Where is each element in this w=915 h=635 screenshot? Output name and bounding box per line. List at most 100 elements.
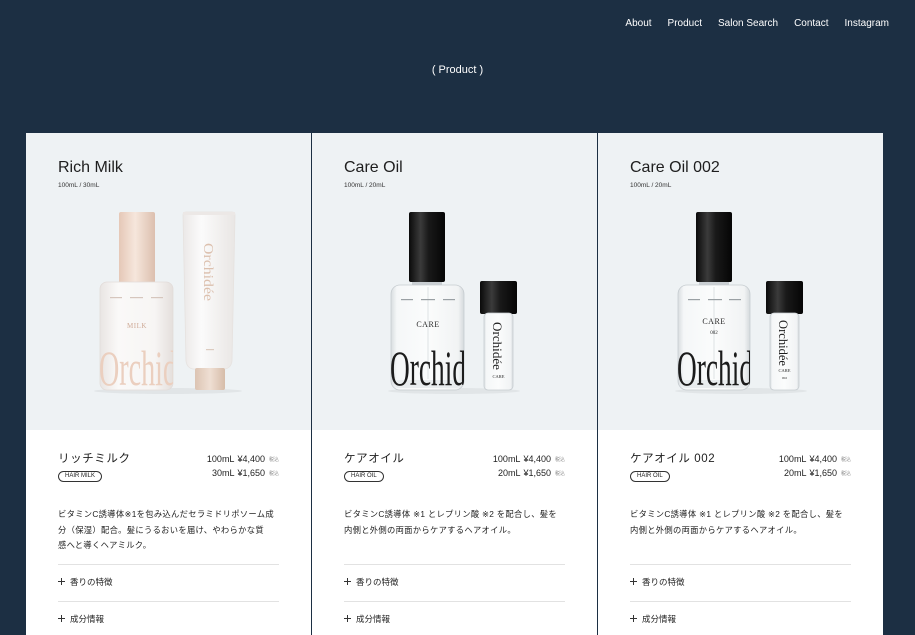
- mini-bottle-label: CARE: [492, 374, 504, 379]
- price-size: 100mL: [206, 454, 235, 464]
- product-title: Care Oil 002: [630, 159, 720, 176]
- mini-bottle-brand: Orchidée: [776, 320, 791, 366]
- product-name-ja: ケアオイル 002: [630, 453, 716, 465]
- description-line: 感へと導くヘアミルク。: [58, 540, 152, 550]
- product-name-ja: ケアオイル: [344, 453, 405, 465]
- product-accordion: 香りの特徴 成分情報: [58, 564, 279, 635]
- price-amount: ¥1,650: [237, 468, 265, 478]
- product-accordion: 香りの特徴 成分情報: [344, 564, 565, 635]
- product-card-rich-milk[interactable]: MILK Orchid Orchidée Rich Milk 100mL / 3…: [26, 133, 311, 635]
- accordion-ingredients[interactable]: 成分情報: [58, 601, 279, 635]
- nav-about[interactable]: About: [625, 18, 651, 30]
- product-summary: リッチミルク HAIR MILK 100mL ¥4,400 税込 30mL ¥1,65…: [58, 452, 279, 482]
- product-visual[interactable]: MILK Orchid Orchidée Rich Milk 100mL / 3…: [26, 133, 311, 430]
- accordion-ingredients[interactable]: 成分情報: [344, 601, 565, 635]
- product-card-care-oil-002[interactable]: CARE 002 Orchid Orchidée CARE 002 Care O…: [598, 133, 883, 635]
- product-title: Rich Milk: [58, 159, 123, 176]
- product-visual[interactable]: CARE 002 Orchid Orchidée CARE 002 Care O…: [598, 133, 883, 430]
- category-badge: HAIR MILK: [58, 471, 103, 482]
- product-card-care-oil[interactable]: CARE Orchid Orchidée CARE Care Oil 100mL…: [312, 133, 597, 635]
- accordion-label: 香りの特徴: [356, 576, 399, 587]
- accordion-label: 成分情報: [356, 613, 391, 624]
- product-title: Care Oil: [344, 159, 403, 176]
- description-line: ビタミンC誘導体 ※1 とレプリン酸 ※2 を配合し、髪を: [344, 509, 557, 519]
- milk-tube-cap: [195, 368, 225, 390]
- price-amount: ¥4,400: [809, 454, 837, 464]
- section-title: ( Product ): [431, 64, 484, 76]
- tube-fine-print: [206, 349, 214, 351]
- nav-contact[interactable]: Contact: [794, 18, 828, 30]
- price-row: 30mL ¥1,650 税込: [207, 467, 279, 481]
- product-details: ケアオイル 002 HAIR OIL 100mL ¥4,400 税込 20mL ¥1,…: [598, 430, 883, 635]
- price-size: 20mL: [783, 468, 807, 478]
- accordion-label: 香りの特徴: [70, 576, 113, 587]
- product-heading: Care Oil 002 100mL / 20mL: [630, 159, 720, 190]
- product-visual[interactable]: CARE Orchid Orchidée CARE Care Oil 100mL…: [312, 133, 597, 430]
- top-nav: About Product Salon Search Contact Insta…: [625, 0, 889, 48]
- bottle-fine-print: [110, 297, 163, 299]
- description-line: 分（保湿）配合。髪にうるおいを届け、やわらかな質: [58, 524, 264, 535]
- oil-bottle-label: CARE: [702, 317, 725, 326]
- product-sizes: 100mL / 20mL: [630, 182, 672, 189]
- price-row: 100mL ¥4,400 税込: [779, 453, 851, 467]
- product-sizes: 100mL / 30mL: [58, 182, 100, 189]
- accordion-ingredients[interactable]: 成分情報: [630, 601, 851, 635]
- plus-icon: [344, 615, 351, 622]
- accordion-label: 成分情報: [642, 613, 677, 624]
- plus-icon: [344, 578, 351, 585]
- milk-bottle-label: MILK: [127, 322, 147, 330]
- plus-icon: [630, 578, 637, 585]
- bottle-fine-print: [401, 299, 455, 301]
- product-description: ビタミンC誘導体※1を包み込んだセラミドリポソーム成 分（保湿）配合。髪にうるお…: [58, 507, 279, 554]
- price-size: 30mL: [211, 468, 235, 478]
- nav-product[interactable]: Product: [668, 18, 702, 30]
- tax-note: 税込: [268, 457, 279, 463]
- tax-note: 税込: [554, 471, 565, 477]
- tax-note: 税込: [840, 457, 851, 463]
- plus-icon: [630, 615, 637, 622]
- price-amount: ¥4,400: [523, 454, 551, 464]
- product-name-block: ケアオイル HAIR OIL: [344, 452, 405, 482]
- accordion-label: 香りの特徴: [642, 576, 685, 587]
- accordion-fragrance[interactable]: 香りの特徴: [58, 564, 279, 601]
- product-summary: ケアオイル 002 HAIR OIL 100mL ¥4,400 税込 20mL ¥1,…: [630, 452, 851, 482]
- product-summary: ケアオイル HAIR OIL 100mL ¥4,400 税込 20mL ¥1,650 税…: [344, 452, 565, 482]
- mini-bottle-cap: [766, 281, 803, 314]
- oil-bottle-cap: [409, 212, 445, 282]
- product-accordion: 香りの特徴 成分情報: [630, 564, 851, 635]
- mini-bottle-variant: 002: [782, 376, 788, 380]
- product-name-block: リッチミルク HAIR MILK: [58, 452, 131, 482]
- milk-bottle-cap: [119, 212, 155, 283]
- product-sizes: 100mL / 20mL: [344, 182, 386, 189]
- oil-bottle-cap: [696, 212, 732, 282]
- product-details: ケアオイル HAIR OIL 100mL ¥4,400 税込 20mL ¥1,650 税…: [312, 430, 597, 635]
- price-amount: ¥4,400: [237, 454, 265, 464]
- plus-icon: [58, 578, 65, 585]
- product-heading: Care Oil 100mL / 20mL: [344, 159, 403, 190]
- price-amount: ¥1,650: [809, 468, 837, 478]
- milk-tube-brand: Orchidée: [200, 243, 215, 301]
- description-line: ビタミンC誘導体 ※1 とレプリン酸 ※2 を配合し、髪を: [630, 509, 843, 519]
- oil-bottle-brand: Orchid: [677, 340, 753, 396]
- milk-bottle-brand: Orchid: [99, 340, 177, 396]
- description-line: ビタミンC誘導体※1を包み込んだセラミドリポソーム成: [58, 509, 274, 519]
- mini-bottle-cap: [480, 281, 517, 314]
- category-badge: HAIR OIL: [630, 471, 670, 482]
- product-grid: MILK Orchid Orchidée Rich Milk 100mL / 3…: [26, 133, 883, 635]
- oil-bottle-variant: 002: [710, 331, 718, 336]
- tax-note: 税込: [554, 457, 565, 463]
- price-row: 20mL ¥1,650 税込: [779, 467, 851, 481]
- nav-instagram[interactable]: Instagram: [845, 18, 889, 30]
- accordion-fragrance[interactable]: 香りの特徴: [630, 564, 851, 601]
- nav-salon-search[interactable]: Salon Search: [718, 18, 778, 30]
- price-row: 100mL ¥4,400 税込: [493, 453, 565, 467]
- product-name-block: ケアオイル 002 HAIR OIL: [630, 452, 715, 482]
- bottle-fine-print: [688, 299, 741, 301]
- category-badge: HAIR OIL: [344, 471, 384, 482]
- product-heading: Rich Milk 100mL / 30mL: [58, 159, 123, 190]
- milk-tube-crimp: [183, 212, 235, 215]
- product-name-ja: リッチミルク: [58, 453, 131, 465]
- product-description: ビタミンC誘導体 ※1 とレプリン酸 ※2 を配合し、髪を 内側と外側の両面から…: [630, 507, 851, 554]
- accordion-fragrance[interactable]: 香りの特徴: [344, 564, 565, 601]
- price-list: 100mL ¥4,400 税込 20mL ¥1,650 税込: [493, 452, 565, 481]
